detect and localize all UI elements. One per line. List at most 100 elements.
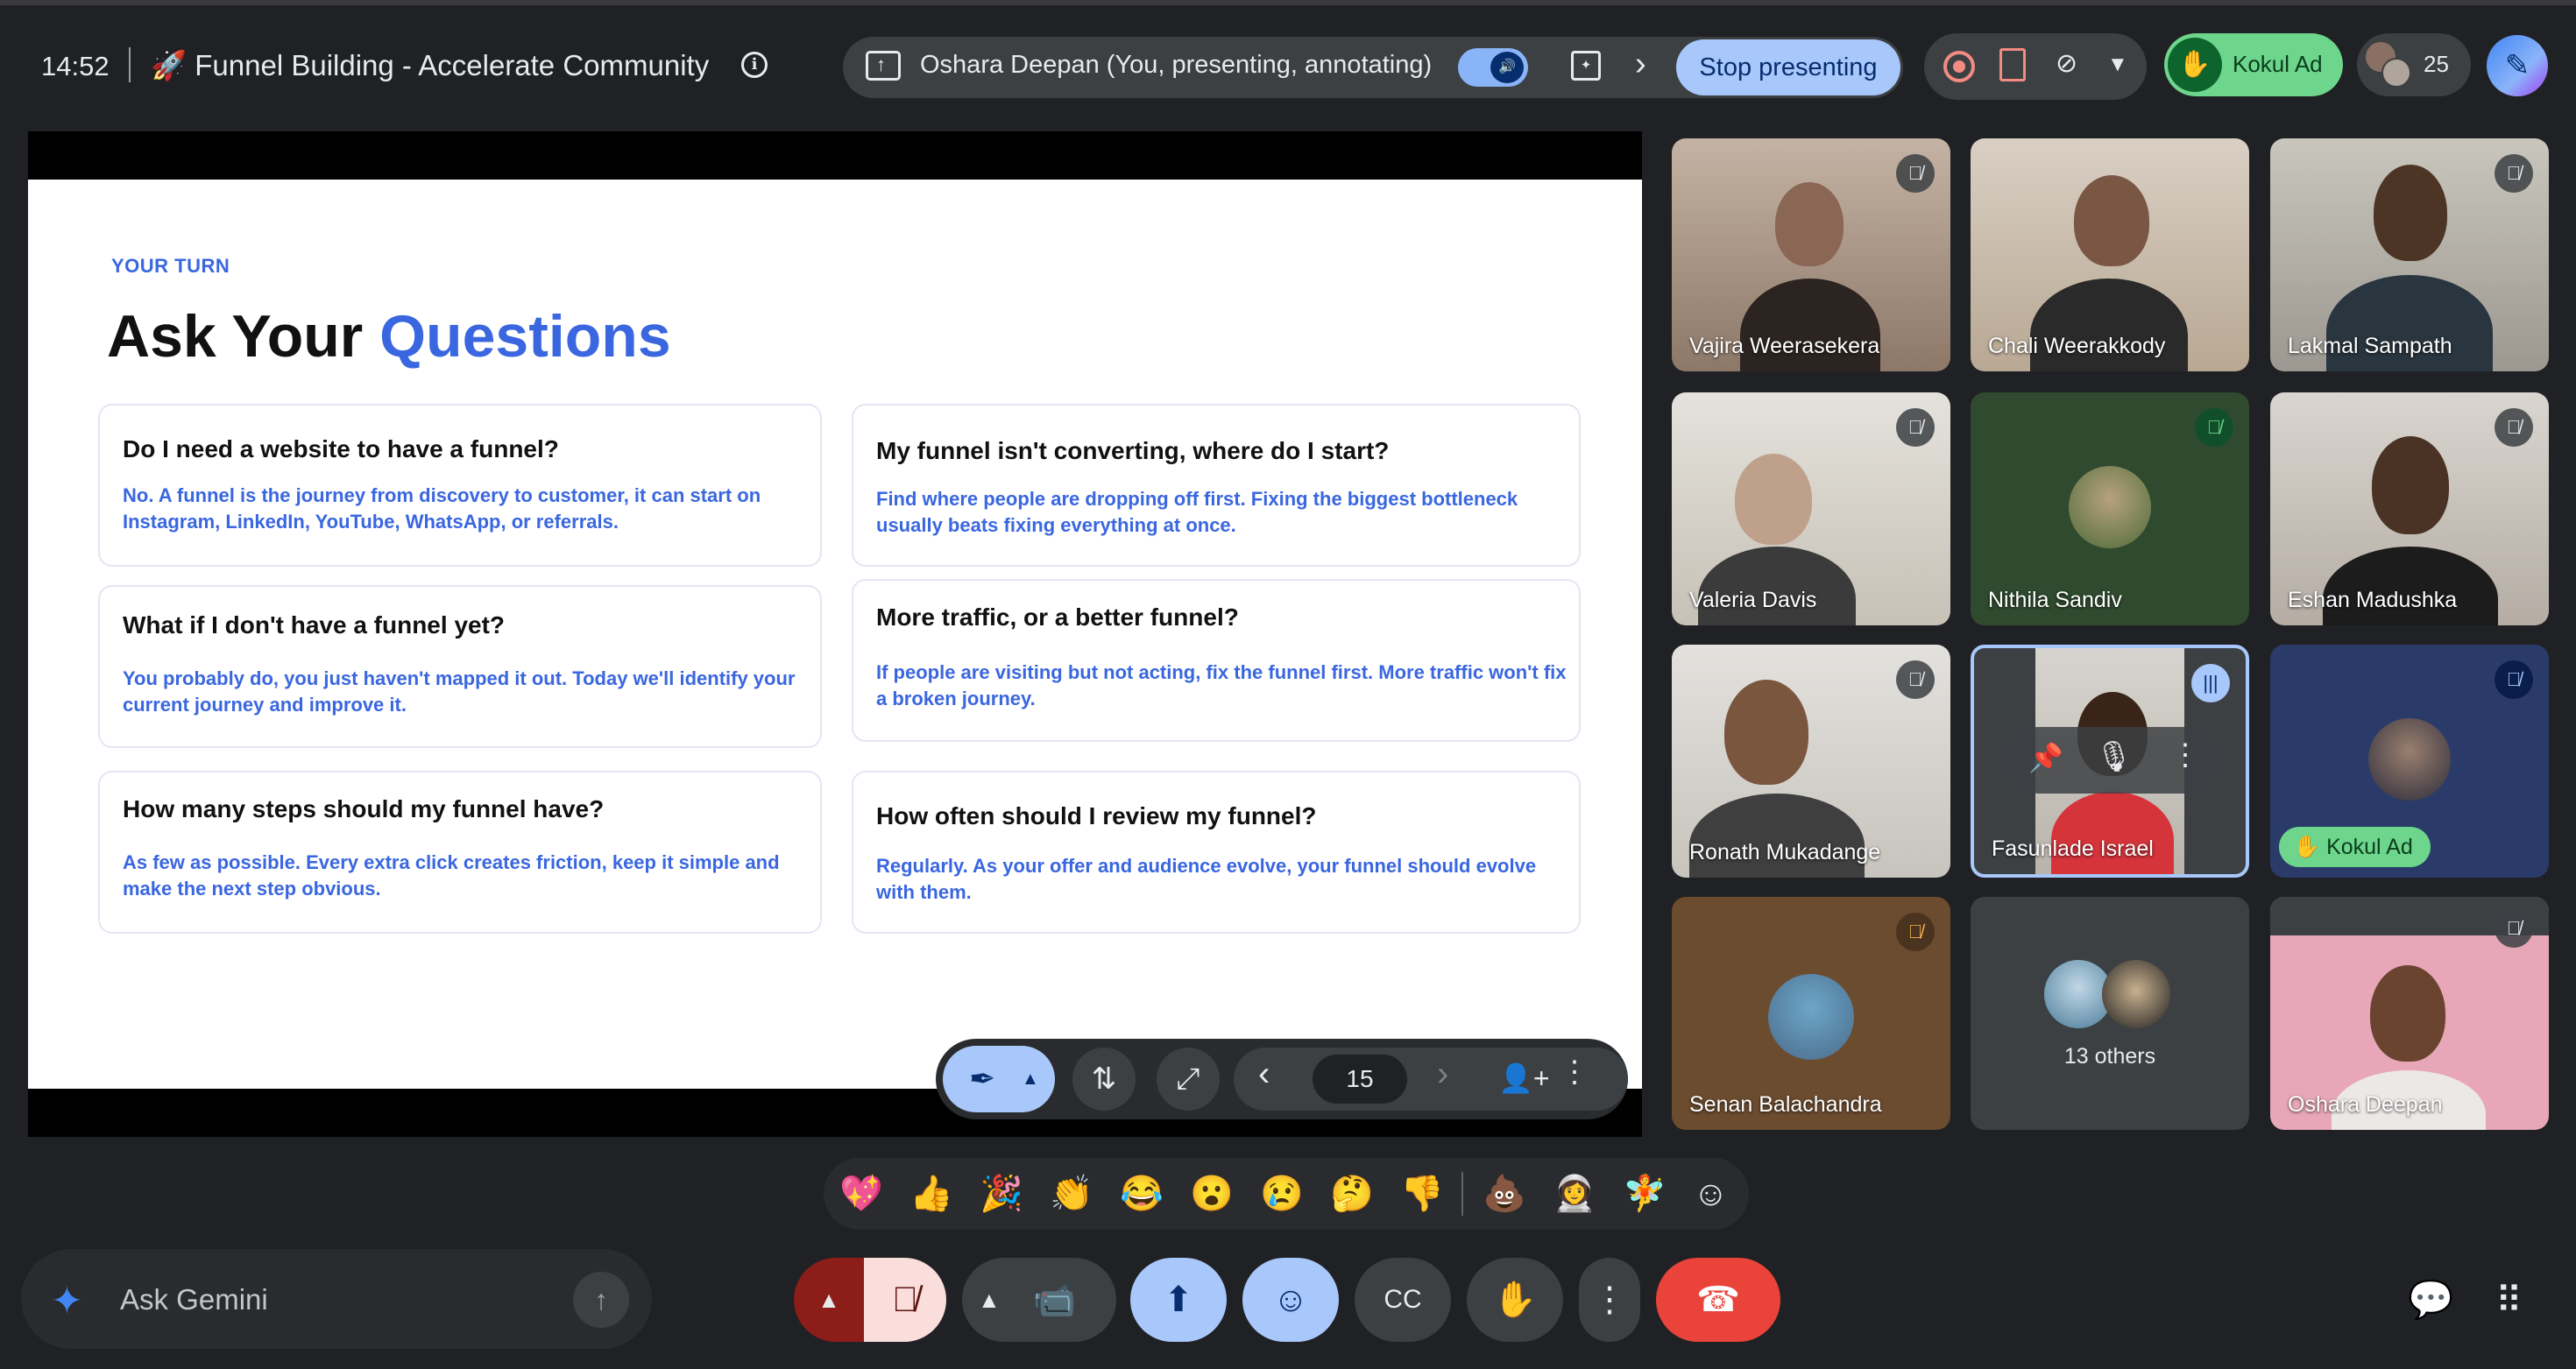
- participant-tile[interactable]: 🎙̸ Lakmal Sampath: [2270, 138, 2549, 371]
- reactions-button[interactable]: ☺: [1242, 1258, 1339, 1342]
- more-options-icon[interactable]: ⋮: [1560, 1055, 1589, 1090]
- faq-question: How often should I review my funnel?: [876, 802, 1317, 829]
- faq-answer: You probably do, you just haven't mapped…: [123, 667, 796, 716]
- reaction-heart[interactable]: 💖: [839, 1170, 883, 1217]
- pen-icon: ✒: [969, 1061, 996, 1097]
- add-reaction-icon[interactable]: ☺: [1693, 1170, 1729, 1217]
- fullscreen-icon[interactable]: ⤢: [1157, 1048, 1220, 1111]
- muted-mic-icon: 🎙̸: [2195, 408, 2233, 447]
- more-options-button[interactable]: ⋮: [1579, 1258, 1640, 1342]
- emoji-icon: ☺: [1272, 1281, 1309, 1319]
- more-options-icon[interactable]: ⋮: [2170, 737, 2200, 773]
- slide-title-accent: Questions: [379, 303, 671, 370]
- muted-mic-icon: 🎙̸: [1896, 408, 1935, 447]
- slide-eyebrow: YOUR TURN: [111, 255, 230, 277]
- participant-tile-active-speaker[interactable]: 📌 🎙 ⋮ ||| Fasunlade Israel: [1971, 645, 2249, 878]
- captions-button[interactable]: CC: [1355, 1258, 1451, 1342]
- participant-tile[interactable]: 🎙̸ Oshara Deepan: [2270, 897, 2549, 1130]
- participant-video: [2372, 436, 2449, 534]
- reaction-thinking[interactable]: 🤔: [1330, 1170, 1374, 1217]
- camera-options-icon[interactable]: ▲: [978, 1258, 1001, 1342]
- divider: [129, 47, 131, 82]
- mic-off-icon: 🎙̸: [892, 1281, 918, 1319]
- muted-mic-icon: 🎙̸: [2495, 154, 2533, 193]
- raised-hand-name: Kokul Ad: [2233, 51, 2323, 77]
- chevron-down-icon[interactable]: ▼: [2107, 53, 2128, 77]
- faq-question: My funnel isn't converting, where do I s…: [876, 437, 1390, 464]
- gemini-notes-icon[interactable]: ✎: [2487, 35, 2548, 96]
- reaction-sad[interactable]: 😢: [1260, 1170, 1304, 1217]
- leave-call-button[interactable]: ☎: [1656, 1258, 1780, 1342]
- faq-card: More traffic, or a better funnel? If peo…: [852, 579, 1581, 742]
- reaction-laugh[interactable]: 😂: [1120, 1170, 1164, 1217]
- participant-tile[interactable]: 🎙̸ Ronath Mukadange: [1672, 645, 1950, 878]
- annotate-icon[interactable]: ✦: [1571, 51, 1601, 81]
- meeting-clock: 14:52: [41, 51, 110, 81]
- chevron-right-icon[interactable]: ›: [1635, 46, 1646, 83]
- avatar: [2102, 960, 2170, 1028]
- mic-icon[interactable]: 🎙: [2095, 739, 2133, 774]
- reaction-thumbs-down[interactable]: 👎: [1400, 1170, 1444, 1217]
- reaction-clap[interactable]: 👏: [1050, 1170, 1093, 1217]
- participant-name: Senan Balachandra: [1689, 1092, 1882, 1117]
- microphone-off-button[interactable]: 🎙̸: [864, 1258, 946, 1342]
- speaker-icon: 🔊: [1490, 52, 1524, 83]
- transcript-icon[interactable]: [1999, 48, 2026, 81]
- chat-icon[interactable]: 💬: [2408, 1279, 2453, 1322]
- participant-tile[interactable]: Chali Weerakkody: [1971, 138, 2249, 371]
- camera-button[interactable]: ▲ 📹: [962, 1258, 1116, 1342]
- others-tile[interactable]: 13 others: [1971, 897, 2249, 1130]
- participant-tile[interactable]: 🎙̸ ✋ Kokul Ad: [2270, 645, 2549, 878]
- participant-video: [1775, 182, 1844, 266]
- faq-card: How many steps should my funnel have? As…: [98, 771, 822, 934]
- hand-icon: ✋: [1493, 1281, 1537, 1319]
- next-slide-icon[interactable]: ›: [1437, 1055, 1448, 1094]
- participant-name: Ronath Mukadange: [1689, 840, 1881, 864]
- divider: [1461, 1172, 1463, 1216]
- faq-question: Do I need a website to have a funnel?: [123, 435, 559, 462]
- annotation-pen-button[interactable]: ✒ ▲: [943, 1046, 1055, 1112]
- raise-hand-button[interactable]: ✋: [1467, 1258, 1563, 1342]
- stop-presenting-button[interactable]: Stop presenting: [1676, 39, 1900, 95]
- participant-tile[interactable]: 🎙̸ Senan Balachandra: [1672, 897, 1950, 1130]
- present-screen-button[interactable]: ⬆: [1130, 1258, 1227, 1342]
- avatar: [2368, 718, 2451, 801]
- reaction-thumbs-up[interactable]: 👍: [909, 1170, 953, 1217]
- pin-icon[interactable]: 📌: [2028, 741, 2063, 774]
- present-screen-icon: ⬆: [1164, 1281, 1193, 1319]
- caret-up-icon: ▲: [1022, 1069, 1039, 1089]
- reaction-fairy[interactable]: 🧚: [1623, 1170, 1667, 1217]
- captions-off-icon[interactable]: ⊘: [2056, 48, 2091, 81]
- previous-slide-icon[interactable]: ‹: [1258, 1055, 1270, 1094]
- activities-grid-icon[interactable]: ⠿: [2495, 1279, 2523, 1322]
- add-person-icon[interactable]: 👤+: [1498, 1062, 1550, 1095]
- participant-video: [2323, 547, 2498, 625]
- mic-options-button[interactable]: ▲: [794, 1258, 864, 1342]
- participant-tile[interactable]: 🎙̸ Vajira Weerasekera: [1672, 138, 1950, 371]
- send-arrow-icon[interactable]: ↑: [573, 1272, 629, 1328]
- slide-page-number[interactable]: 15: [1313, 1055, 1407, 1104]
- reaction-poop[interactable]: 💩: [1483, 1170, 1526, 1217]
- presenter-label: Oshara Deepan (You, presenting, annotati…: [920, 51, 1433, 79]
- reaction-astronaut[interactable]: 👩‍🚀: [1553, 1170, 1596, 1217]
- ask-gemini-box[interactable]: [21, 1249, 652, 1349]
- participant-name: Kokul Ad: [2326, 835, 2413, 859]
- participant-name: Fasunlade Israel: [1992, 836, 2154, 861]
- participant-tile[interactable]: 🎙̸ Eshan Madushka: [2270, 392, 2549, 625]
- participant-name: Chali Weerakkody: [1988, 334, 2166, 358]
- participant-name: Vajira Weerasekera: [1689, 334, 1880, 358]
- reaction-surprised[interactable]: 😮: [1190, 1170, 1234, 1217]
- meeting-info-icon[interactable]: i: [741, 52, 768, 78]
- ask-gemini-input[interactable]: Ask Gemini: [120, 1283, 268, 1316]
- participant-tile[interactable]: 🎙̸ Valeria Davis: [1672, 392, 1950, 625]
- reaction-party[interactable]: 🎉: [980, 1170, 1023, 1217]
- faq-answer: Find where people are dropping off first…: [876, 488, 1518, 536]
- participant-video: [2374, 165, 2447, 261]
- reorder-icon[interactable]: ⇅: [1072, 1048, 1136, 1111]
- muted-mic-icon: 🎙̸: [1896, 660, 1935, 699]
- speaking-indicator-icon: |||: [2191, 664, 2230, 702]
- record-icon[interactable]: [1943, 51, 1975, 82]
- muted-mic-icon: 🎙̸: [1896, 913, 1935, 951]
- participant-tile[interactable]: 🎙̸ Nithila Sandiv: [1971, 392, 2249, 625]
- others-count: 13 others: [2063, 1044, 2156, 1069]
